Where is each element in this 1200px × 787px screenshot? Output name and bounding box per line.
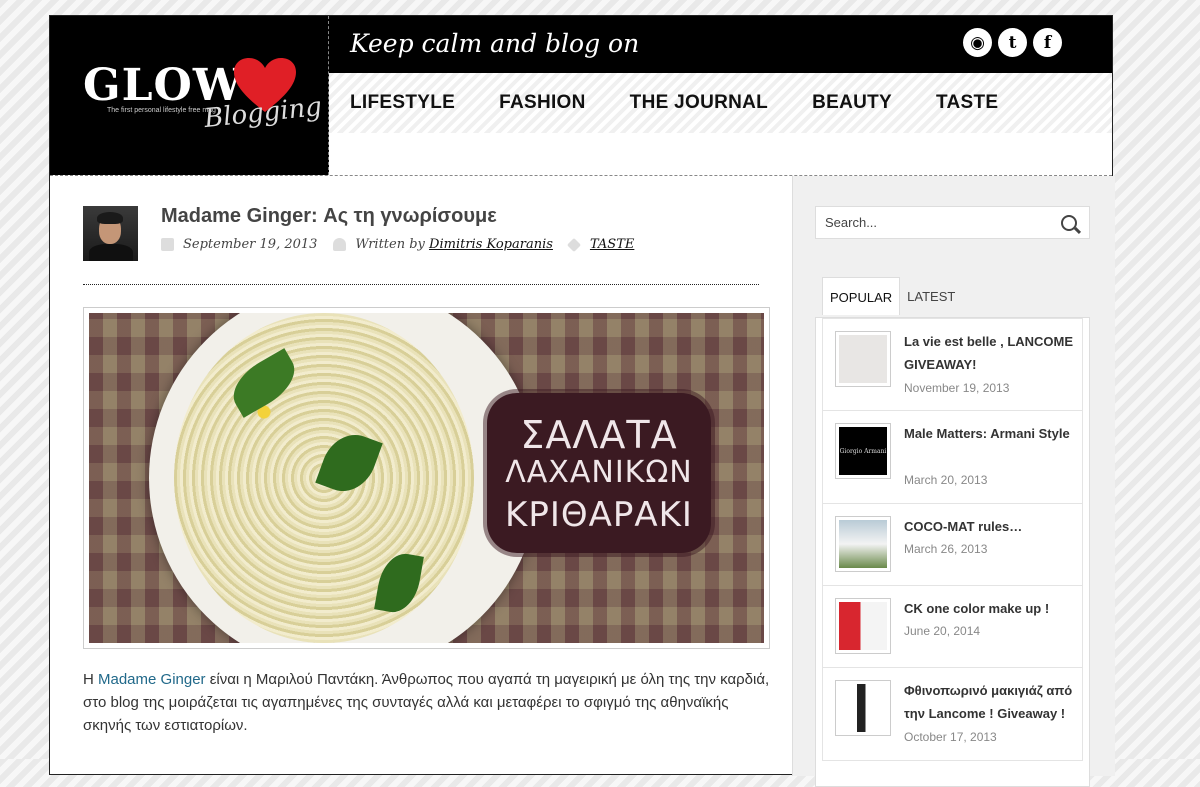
site-logo[interactable]: GLOW Blogging The first personal lifesty…: [50, 16, 329, 175]
main-nav: LIFESTYLE FASHION THE JOURNAL BEAUTY TAS…: [329, 73, 1112, 133]
list-item-title[interactable]: Male Matters: Armani Style: [904, 422, 1084, 445]
post-body: Η Madame Ginger είναι η Μαριλού Παντάκη.…: [83, 668, 773, 737]
title-divider: [83, 284, 759, 285]
list-item[interactable]: Φθινοπωρινό μακιγιάζ από την Lancome ! G…: [822, 668, 1083, 761]
post-title[interactable]: Madame Ginger: Ας τη γνωρίσουμε: [161, 205, 497, 228]
nav-item-taste[interactable]: TASTE: [936, 92, 998, 114]
popular-posts-list: La vie est belle , LANCOME GIVEAWAY! Nov…: [815, 317, 1090, 787]
calendar-icon: [161, 238, 174, 251]
tab-latest[interactable]: LATEST: [900, 277, 962, 315]
list-item[interactable]: La vie est belle , LANCOME GIVEAWAY! Nov…: [822, 318, 1083, 411]
post-thumbnail[interactable]: Giorgio Armani: [835, 423, 891, 479]
list-item-title[interactable]: La vie est belle , LANCOME GIVEAWAY!: [904, 330, 1084, 376]
user-icon: [333, 238, 347, 251]
list-item-date: June 20, 2014: [904, 624, 981, 638]
list-item[interactable]: Giorgio Armani Male Matters: Armani Styl…: [822, 411, 1083, 504]
page-container: GLOW Blogging The first personal lifesty…: [49, 15, 1115, 787]
list-item-date: November 19, 2013: [904, 381, 1010, 395]
badge-line-1: ΣΑΛΑΤΑ: [520, 413, 678, 457]
list-item-date: March 26, 2013: [904, 542, 988, 556]
list-item-date: March 20, 2013: [904, 473, 988, 487]
search-icon[interactable]: [1061, 215, 1077, 231]
post-thumbnail[interactable]: [835, 598, 891, 654]
logo-tagline: The first personal lifestyle free mag: [107, 107, 216, 114]
body-prefix: Η: [83, 671, 98, 688]
list-item-date: October 17, 2013: [904, 730, 997, 744]
tag-icon: [566, 237, 582, 252]
post-content: Madame Ginger: Ας τη γνωρίσουμε Septembe…: [50, 176, 792, 776]
written-by-label: Written by: [355, 237, 425, 252]
facebook-icon[interactable]: f: [1033, 28, 1062, 57]
recipe-badge: ΣΑΛΑΤΑ ΛΑΧΑΝΙΚΩΝ ΚΡΙΘΑΡΑΚΙ: [487, 393, 711, 553]
post-thumbnail[interactable]: [835, 680, 891, 736]
post-date: September 19, 2013: [183, 237, 318, 252]
list-item[interactable]: CK one color make up ! June 20, 2014: [822, 586, 1083, 668]
list-item-title[interactable]: CK one color make up !: [904, 597, 1084, 620]
nav-item-lifestyle[interactable]: LIFESTYLE: [350, 92, 455, 114]
post-thumbnail[interactable]: [835, 331, 891, 387]
rss-icon[interactable]: ◉: [963, 28, 992, 57]
nav-item-beauty[interactable]: BEAUTY: [812, 92, 892, 114]
list-item[interactable]: COCO-MAT rules… March 26, 2013: [822, 504, 1083, 586]
site-tagline: Keep calm and blog on: [350, 29, 640, 58]
tab-popular[interactable]: POPULAR: [822, 277, 901, 315]
badge-line-2: ΛΑΧΑΝΙΚΩΝ: [505, 455, 693, 490]
nav-item-the-journal[interactable]: THE JOURNAL: [630, 92, 768, 114]
list-item-title[interactable]: COCO-MAT rules…: [904, 515, 1084, 538]
sidebar: Search... POPULAR LATEST La vie est bell…: [792, 176, 1115, 787]
search-placeholder: Search...: [825, 215, 878, 230]
list-item-title[interactable]: Φθινοπωρινό μακιγιάζ από την Lancome ! G…: [904, 679, 1084, 725]
badge-line-3: ΚΡΙΘΑΡΑΚΙ: [505, 495, 693, 535]
twitter-icon[interactable]: t: [998, 28, 1027, 57]
category-link[interactable]: TASTE: [590, 237, 634, 252]
post-thumbnail[interactable]: [835, 516, 891, 572]
nav-item-fashion[interactable]: FASHION: [499, 92, 586, 114]
sidebar-tabs: POPULAR LATEST: [822, 277, 962, 315]
author-link[interactable]: Dimitris Koparanis: [429, 237, 553, 252]
top-bar: Keep calm and blog on ◉ t f: [329, 16, 1112, 73]
madame-ginger-link[interactable]: Madame Ginger: [98, 671, 206, 688]
post-featured-image[interactable]: ΣΑΛΑΤΑ ΛΑΧΑΝΙΚΩΝ ΚΡΙΘΑΡΑΚΙ: [83, 307, 770, 649]
social-links: ◉ t f: [963, 28, 1062, 57]
post-meta: September 19, 2013 Written by Dimitris K…: [161, 237, 634, 252]
author-avatar[interactable]: [83, 206, 138, 261]
search-input[interactable]: Search...: [815, 206, 1090, 239]
